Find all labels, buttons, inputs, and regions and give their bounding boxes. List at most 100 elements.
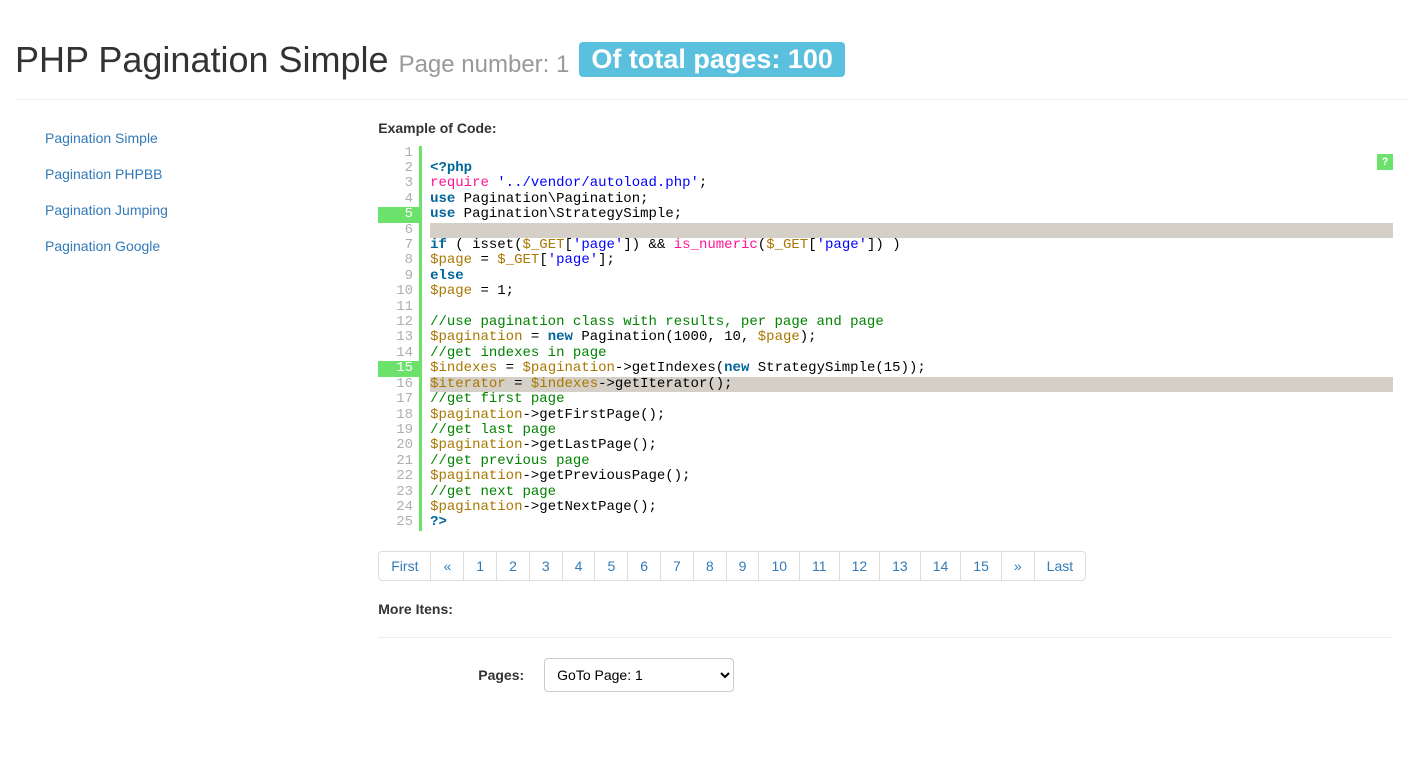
line-number: 2 xyxy=(378,161,419,176)
page-item: 15 xyxy=(961,551,1002,581)
code-line: ?> xyxy=(430,515,1393,530)
page-item: Last xyxy=(1035,551,1086,581)
line-number: 14 xyxy=(378,346,419,361)
line-number: 10 xyxy=(378,284,419,299)
line-number: 6 xyxy=(378,223,419,238)
code-line: $pagination->getFirstPage(); xyxy=(430,408,1393,423)
line-number: 20 xyxy=(378,438,419,453)
page-item: 1 xyxy=(464,551,497,581)
page-item: 12 xyxy=(840,551,881,581)
page-item: 3 xyxy=(530,551,563,581)
title-text: PHP Pagination Simple xyxy=(15,39,389,80)
line-number: 13 xyxy=(378,330,419,345)
page-link-2[interactable]: 2 xyxy=(496,551,530,581)
code-line: //get next page xyxy=(430,485,1393,500)
page-title: PHP Pagination Simple Page number: 1 Of … xyxy=(15,40,1408,80)
page-item: 6 xyxy=(628,551,661,581)
divider xyxy=(378,637,1393,638)
code-line: require '../vendor/autoload.php'; xyxy=(430,176,1393,191)
sidebar-link-1[interactable]: Pagination PHPBB xyxy=(30,156,348,192)
page-item: 5 xyxy=(595,551,628,581)
sidebar-item: Pagination Google xyxy=(30,228,348,264)
page-link-First[interactable]: First xyxy=(378,551,431,581)
line-number: 3 xyxy=(378,176,419,191)
code-line xyxy=(430,223,1393,238)
line-number: 15 xyxy=(378,361,419,376)
line-number: 9 xyxy=(378,269,419,284)
page-link-5[interactable]: 5 xyxy=(594,551,628,581)
page-link-11[interactable]: 11 xyxy=(799,551,840,581)
page-item: 13 xyxy=(880,551,921,581)
sidebar-nav: Pagination SimplePagination PHPBBPaginat… xyxy=(30,120,348,264)
page-link-15[interactable]: 15 xyxy=(960,551,1002,581)
code-line: use Pagination\StrategySimple; xyxy=(430,207,1393,222)
page-item: 11 xyxy=(800,551,840,581)
page-link-7[interactable]: 7 xyxy=(660,551,694,581)
sidebar-item: Pagination PHPBB xyxy=(30,156,348,192)
line-number: 5 xyxy=(378,207,419,222)
line-number: 7 xyxy=(378,238,419,253)
page-link-»[interactable]: » xyxy=(1001,551,1035,581)
sidebar-item: Pagination Simple xyxy=(30,120,348,156)
line-numbers: 1234567891011121314151617181920212223242… xyxy=(378,146,419,531)
page-link-14[interactable]: 14 xyxy=(920,551,962,581)
page-link-3[interactable]: 3 xyxy=(529,551,563,581)
code-line: //get first page xyxy=(430,392,1393,407)
code-line: <?php xyxy=(430,161,1393,176)
pagination: First«123456789101112131415»Last xyxy=(378,551,1393,581)
line-number: 11 xyxy=(378,300,419,315)
code-line xyxy=(430,300,1393,315)
page-item: First xyxy=(378,551,431,581)
line-number: 23 xyxy=(378,485,419,500)
page-link-12[interactable]: 12 xyxy=(839,551,881,581)
page-header: PHP Pagination Simple Page number: 1 Of … xyxy=(15,40,1408,100)
page-item: 8 xyxy=(694,551,727,581)
goto-form: Pages: GoTo Page: 1 xyxy=(378,658,1393,692)
main-row: Pagination SimplePagination PHPBBPaginat… xyxy=(15,120,1408,692)
line-number: 25 xyxy=(378,515,419,530)
code-line: $indexes = $pagination->getIndexes(new S… xyxy=(430,361,1393,376)
line-number: 18 xyxy=(378,408,419,423)
line-number: 19 xyxy=(378,423,419,438)
code-line: $page = $_GET['page']; xyxy=(430,253,1393,268)
page-link-9[interactable]: 9 xyxy=(726,551,760,581)
page-item: 4 xyxy=(563,551,596,581)
code-line: //use pagination class with results, per… xyxy=(430,315,1393,330)
pages-label: Pages: xyxy=(478,667,524,683)
page-link-1[interactable]: 1 xyxy=(463,551,497,581)
page-item: « xyxy=(431,551,464,581)
line-number: 17 xyxy=(378,392,419,407)
page-item: » xyxy=(1002,551,1035,581)
code-line xyxy=(430,146,1393,161)
line-number: 1 xyxy=(378,146,419,161)
sidebar-link-2[interactable]: Pagination Jumping xyxy=(30,192,348,228)
goto-page-select[interactable]: GoTo Page: 1 xyxy=(544,658,734,692)
code-example: ? 12345678910111213141516171819202122232… xyxy=(378,146,1393,531)
page-link-10[interactable]: 10 xyxy=(758,551,800,581)
sidebar-link-0[interactable]: Pagination Simple xyxy=(30,120,348,156)
page-link-8[interactable]: 8 xyxy=(693,551,727,581)
line-number: 4 xyxy=(378,192,419,207)
page-link-13[interactable]: 13 xyxy=(879,551,921,581)
page-link-«[interactable]: « xyxy=(430,551,464,581)
line-number: 22 xyxy=(378,469,419,484)
sidebar-link-3[interactable]: Pagination Google xyxy=(30,228,348,264)
total-pages-badge: Of total pages: 100 xyxy=(579,42,845,77)
code-line: //get previous page xyxy=(430,454,1393,469)
line-number: 16 xyxy=(378,377,419,392)
page-link-Last[interactable]: Last xyxy=(1034,551,1086,581)
line-number: 8 xyxy=(378,253,419,268)
page-item: 9 xyxy=(727,551,760,581)
help-icon[interactable]: ? xyxy=(1377,154,1393,170)
code-line: if ( isset($_GET['page']) && is_numeric(… xyxy=(430,238,1393,253)
example-title: Example of Code: xyxy=(378,120,1393,136)
code-line: //get last page xyxy=(430,423,1393,438)
page-subtitle: Page number: 1 xyxy=(399,51,570,78)
sidebar-item: Pagination Jumping xyxy=(30,192,348,228)
line-number: 12 xyxy=(378,315,419,330)
sidebar: Pagination SimplePagination PHPBBPaginat… xyxy=(15,120,363,692)
page-link-6[interactable]: 6 xyxy=(627,551,661,581)
page-link-4[interactable]: 4 xyxy=(562,551,596,581)
code-line: $pagination->getPreviousPage(); xyxy=(430,469,1393,484)
code-line: use Pagination\Pagination; xyxy=(430,192,1393,207)
